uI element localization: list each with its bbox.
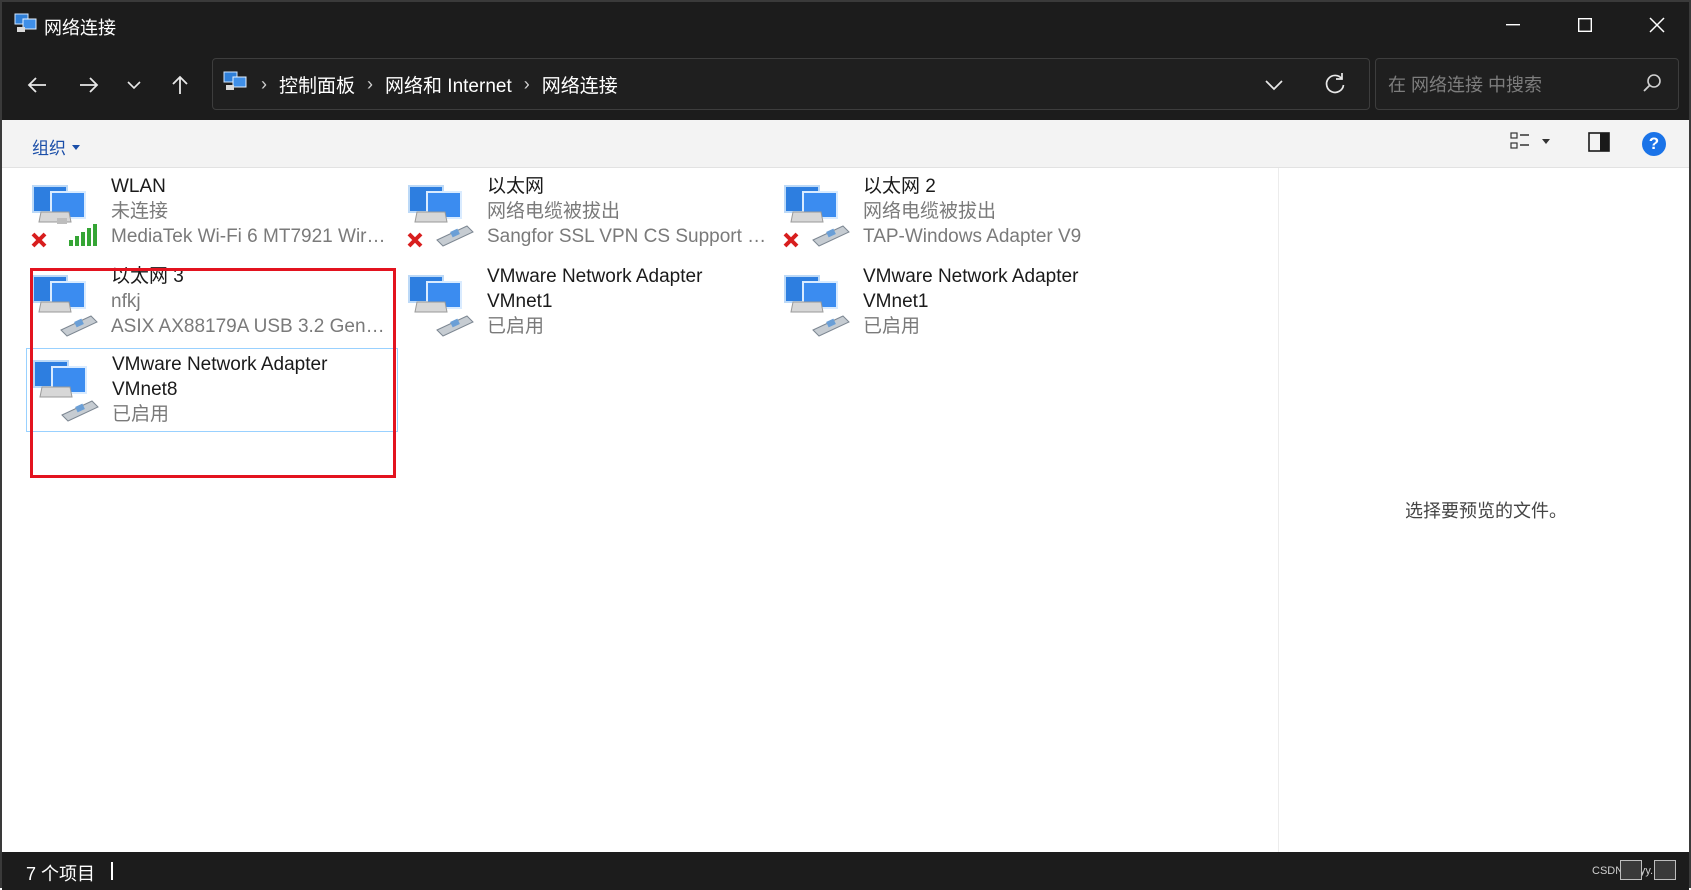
search-box[interactable]: [1375, 58, 1679, 110]
connection-state: 已启用: [863, 316, 921, 337]
connection-item-ethernet[interactable]: 以太网 网络电缆被拔出 Sangfor SSL VPN CS Support S…: [402, 170, 774, 254]
command-bar: 组织 ?: [2, 120, 1689, 168]
connection-name: 以太网: [487, 176, 545, 197]
title-bar: 网络连接: [2, 2, 1689, 48]
chevron-right-icon: ›: [367, 73, 374, 94]
address-row: › 控制面板 › 网络和 Internet › 网络连接: [2, 48, 1689, 120]
close-icon: [1649, 17, 1665, 33]
connection-item-vmnet8[interactable]: VMware Network Adapter VMnet8 已启用: [26, 348, 398, 432]
breadcrumb: › 控制面板 › 网络和 Internet › 网络连接: [223, 59, 618, 109]
connection-item-vmnet1-second[interactable]: VMware Network Adapter VMnet1 已启用: [778, 260, 1150, 344]
chevron-right-icon: ›: [523, 73, 530, 94]
connection-name: WLAN: [111, 176, 166, 197]
breadcrumb-network-connections[interactable]: 网络连接: [542, 71, 618, 98]
chevron-down-icon: [1265, 80, 1283, 91]
connection-state: 已启用: [112, 404, 170, 425]
status-divider: [111, 862, 113, 880]
minimize-icon: [1506, 24, 1520, 26]
maximize-icon: [1578, 18, 1592, 32]
breadcrumb-control-panel[interactable]: 控制面板: [279, 71, 355, 98]
connection-adapter-id: VMnet8: [112, 379, 178, 400]
arrow-right-icon: [80, 77, 99, 93]
connection-item-wlan[interactable]: WLAN 未连接 MediaTek Wi-Fi 6 MT7921 Wireles…: [26, 170, 398, 254]
search-input[interactable]: [1386, 71, 1630, 99]
forward-button[interactable]: [70, 66, 108, 104]
close-button[interactable]: [1621, 2, 1691, 48]
preview-message: 选择要预览的文件。: [1405, 501, 1567, 521]
connection-status: 网络电缆被拔出: [487, 201, 621, 222]
connection-device: TAP-Windows Adapter V9: [863, 226, 1082, 247]
network-folder-icon: [14, 12, 38, 34]
explorer-window: 网络连接 › 控制面板 › 网络和 Internet › 网络连接 在 网络连接…: [0, 0, 1691, 890]
chevron-down-icon: [127, 81, 141, 90]
item-count: 7 个项目: [26, 864, 96, 884]
connection-name: VMware Network Adapter: [487, 266, 703, 287]
chevron-right-icon: ›: [261, 73, 267, 94]
refresh-icon: [1325, 73, 1345, 94]
connection-name: VMware Network Adapter: [863, 266, 1079, 287]
window-title: 网络连接: [44, 18, 116, 38]
ethernet-adapter-icon: [783, 182, 853, 252]
back-button[interactable]: [18, 66, 56, 104]
connections-view[interactable]: WLAN 未连接 MediaTek Wi-Fi 6 MT7921 Wireles…: [2, 168, 1278, 852]
connection-item-vmnet1[interactable]: VMware Network Adapter VMnet1 已启用: [402, 260, 774, 344]
address-history-button[interactable]: [1263, 71, 1285, 102]
connection-status: nfkj: [111, 291, 141, 312]
connection-name: 以太网 2: [863, 176, 936, 197]
ethernet-adapter-icon: [31, 272, 101, 342]
status-bar: 7 个项目 CSDN @lyy...: [2, 852, 1689, 890]
address-bar[interactable]: › 控制面板 › 网络和 Internet › 网络连接: [212, 58, 1370, 110]
help-button[interactable]: ?: [1642, 132, 1666, 156]
connection-status: 未连接: [111, 201, 169, 222]
preview-pane-icon: [1588, 132, 1610, 152]
ethernet-adapter-icon: [32, 357, 102, 427]
connection-name: 以太网 3: [111, 266, 184, 287]
preview-pane: 选择要预览的文件。: [1278, 168, 1691, 852]
recent-locations-button[interactable]: [115, 66, 153, 104]
wireless-adapter-icon: [31, 182, 101, 252]
organize-menu-button[interactable]: 组织: [32, 134, 80, 159]
connection-device: ASIX AX88179A USB 3.2 Gen1 to Gigabit Et…: [111, 316, 394, 337]
search-icon[interactable]: [1642, 73, 1662, 98]
ethernet-adapter-icon: [783, 272, 853, 342]
connection-item-ethernet-3[interactable]: 以太网 3 nfkj ASIX AX88179A USB 3.2 Gen1 to…: [26, 260, 398, 344]
ethernet-adapter-icon: [407, 272, 477, 342]
refresh-button[interactable]: [1323, 71, 1347, 102]
connection-state: 已启用: [487, 316, 545, 337]
maximize-button[interactable]: [1549, 2, 1621, 48]
tiles-view-button[interactable]: [1654, 860, 1676, 880]
minimize-button[interactable]: [1477, 2, 1549, 48]
breadcrumb-network-internet[interactable]: 网络和 Internet: [385, 71, 512, 98]
caret-down-icon: [1542, 138, 1550, 144]
connection-device: MediaTek Wi-Fi 6 MT7921 Wireless LAN Car…: [111, 226, 394, 247]
up-button[interactable]: [161, 66, 199, 104]
view-options-icon: [1510, 132, 1529, 149]
arrow-left-icon: [27, 77, 46, 93]
connection-status: 网络电缆被拔出: [863, 201, 997, 222]
change-view-button[interactable]: [1510, 132, 1550, 150]
connection-device: Sangfor SSL VPN CS Support System VNIC: [487, 226, 770, 247]
connection-adapter-id: VMnet1: [487, 291, 553, 312]
connection-item-ethernet-2[interactable]: 以太网 2 网络电缆被拔出 TAP-Windows Adapter V9: [778, 170, 1150, 254]
caret-down-icon: [72, 145, 80, 150]
question-icon: ?: [1648, 134, 1660, 153]
connection-name: VMware Network Adapter: [112, 354, 328, 375]
arrow-up-icon: [172, 75, 188, 94]
details-view-button[interactable]: [1620, 860, 1642, 880]
control-panel-icon: [223, 70, 249, 98]
ethernet-adapter-icon: [407, 182, 477, 252]
preview-pane-button[interactable]: [1588, 132, 1610, 157]
organize-label: 组织: [32, 139, 66, 158]
connection-adapter-id: VMnet1: [863, 291, 929, 312]
